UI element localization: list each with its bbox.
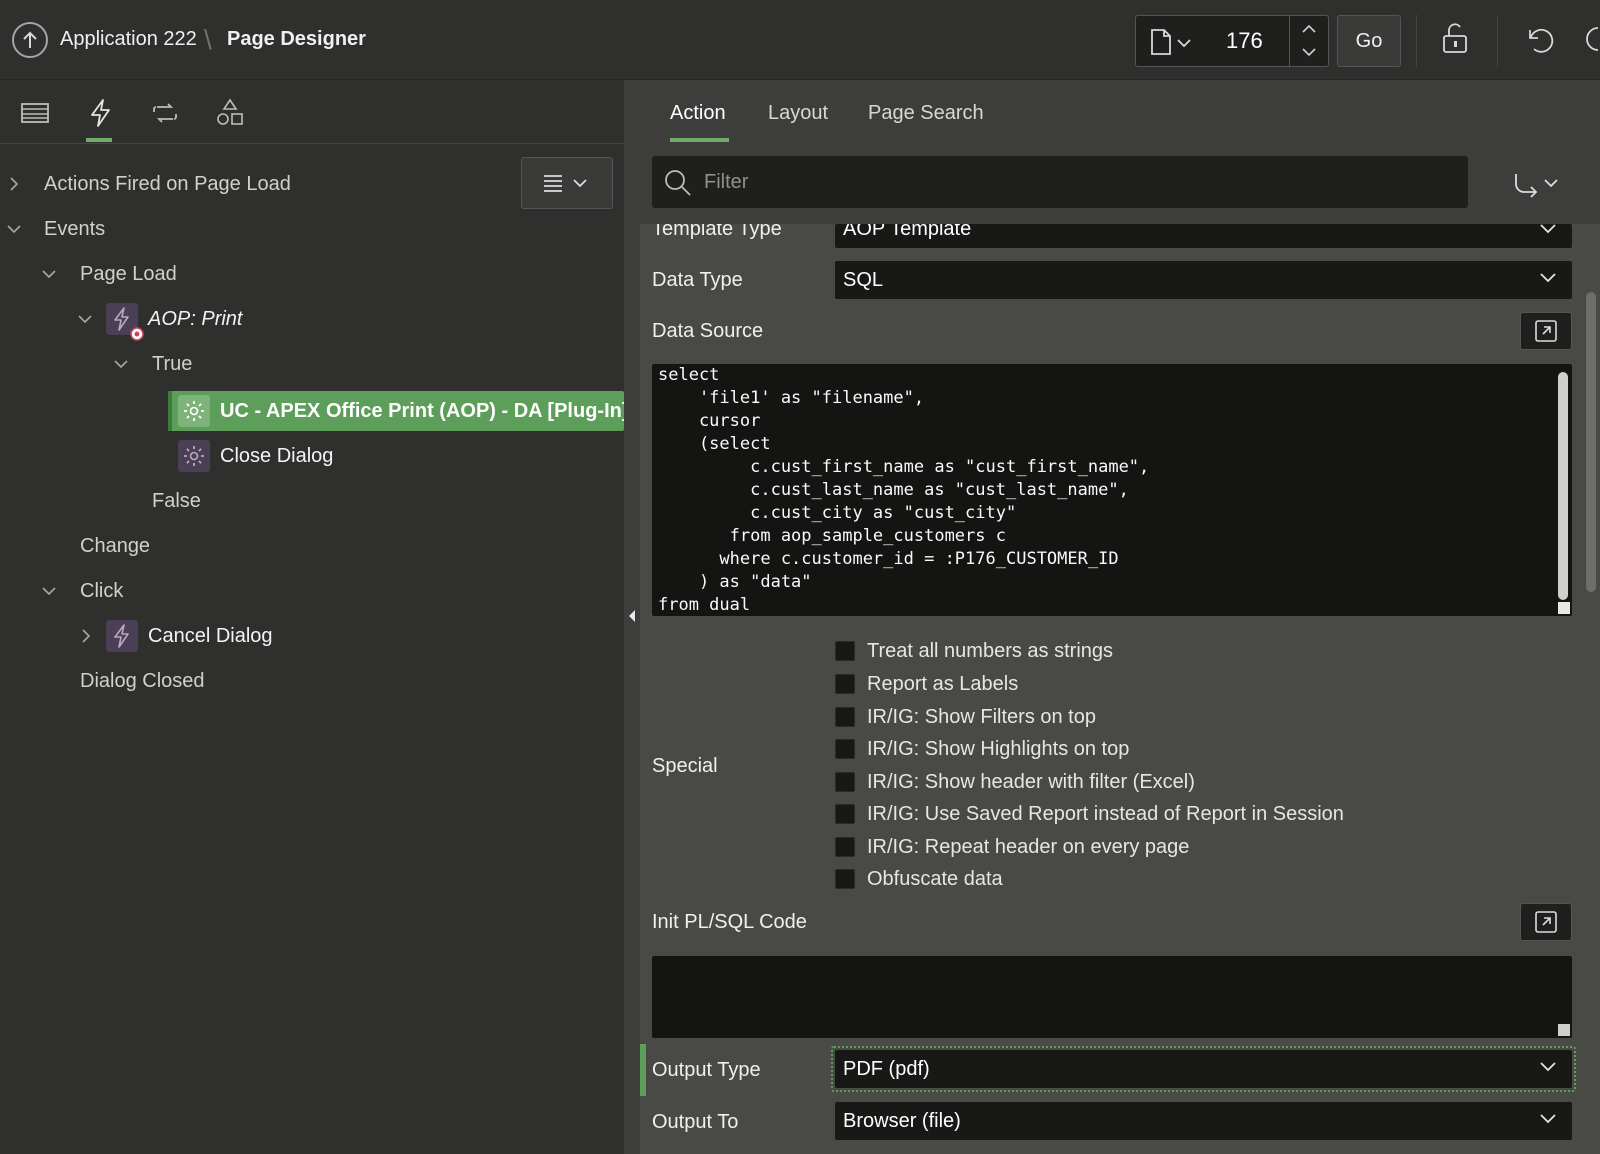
property-editor: Action Layout Page Search Template Type … — [640, 80, 1600, 1154]
checkbox[interactable] — [835, 707, 855, 727]
tree-node-aop-plugin-action[interactable]: UC - APEX Office Print (AOP) - DA [Plug-… — [220, 391, 629, 431]
checkbox[interactable] — [835, 739, 855, 759]
dynamic-actions-icon[interactable] — [86, 98, 116, 128]
init-plsql-code-editor[interactable] — [652, 956, 1572, 1038]
expand-icon — [1535, 320, 1557, 342]
filter-bar — [640, 144, 1600, 224]
property-editor-tabs: Action Layout Page Search — [640, 80, 1600, 144]
code-editor-expand-button[interactable] — [1520, 312, 1572, 350]
collapse-left-icon[interactable] — [628, 610, 636, 622]
output-to-select[interactable]: Browser (file) — [835, 1102, 1572, 1140]
special-option-checkbox[interactable]: Obfuscate data — [835, 866, 1003, 892]
application-link[interactable]: Application 222 — [60, 28, 197, 51]
tree-node-true[interactable]: True — [152, 344, 192, 384]
checkbox[interactable] — [835, 837, 855, 857]
checkbox[interactable] — [835, 804, 855, 824]
output-type-label: Output Type — [652, 1059, 761, 1081]
focus-ring — [831, 1046, 1576, 1092]
page-title: Page Designer — [227, 28, 366, 50]
unlock-icon[interactable] — [1440, 22, 1472, 56]
processing-icon[interactable] — [150, 98, 180, 128]
special-option-checkbox[interactable]: IR/IG: Show Filters on top — [835, 704, 1096, 730]
init-plsql-label: Init PL/SQL Code — [652, 911, 807, 933]
resize-handle[interactable] — [1558, 602, 1570, 614]
dynamic-action-icon — [106, 620, 138, 652]
shared-components-icon[interactable] — [215, 98, 245, 128]
tree-node-actions-fired-on-page-load[interactable]: Actions Fired on Page Load — [44, 164, 291, 204]
filter-field[interactable] — [652, 156, 1468, 208]
special-option-checkbox[interactable]: IR/IG: Show Highlights on top — [835, 736, 1129, 762]
tree-node-dialog-closed[interactable]: Dialog Closed — [80, 661, 205, 701]
code-editor-expand-button[interactable] — [1520, 903, 1572, 941]
back-to-application-button[interactable] — [12, 22, 48, 58]
tree-node-change[interactable]: Change — [80, 526, 150, 566]
redo-icon[interactable] — [1582, 22, 1600, 56]
special-option-checkbox[interactable]: IR/IG: Use Saved Report instead of Repor… — [835, 801, 1344, 827]
tree-node-close-dialog[interactable]: Close Dialog — [220, 436, 333, 476]
checkbox[interactable] — [835, 641, 855, 661]
gear-icon — [178, 395, 210, 427]
special-option-checkbox[interactable]: Report as Labels — [835, 671, 1018, 697]
resize-handle[interactable] — [1558, 1024, 1570, 1036]
tree-node-events[interactable]: Events — [44, 209, 105, 249]
chevron-down-icon[interactable] — [6, 221, 22, 237]
chevron-down-icon[interactable] — [113, 356, 129, 372]
tree-node-false[interactable]: False — [152, 481, 201, 521]
header-bar: Application 222 \ Page Designer 176 Go — [0, 0, 1600, 80]
expand-icon — [1535, 911, 1557, 933]
arrow-up-icon — [23, 31, 37, 48]
tree-node-page-load[interactable]: Page Load — [80, 254, 177, 294]
go-to-group-icon[interactable] — [1513, 172, 1563, 198]
tree-node-aop-print[interactable]: AOP: Print — [148, 299, 242, 339]
special-label: Special — [652, 755, 718, 777]
tab-page-search[interactable]: Page Search — [868, 102, 984, 125]
chevron-down-icon — [1540, 1114, 1556, 1124]
pane-splitter[interactable] — [624, 80, 640, 1154]
active-tab-indicator — [86, 138, 112, 142]
left-pane: Actions Fired on Page Load Events Page L… — [0, 80, 629, 1154]
breakpoint-icon — [130, 327, 144, 341]
filter-input[interactable] — [704, 170, 1444, 194]
chevron-down-icon[interactable] — [77, 311, 93, 327]
go-button[interactable]: Go — [1337, 15, 1401, 67]
data-type-select[interactable]: SQL — [835, 261, 1572, 299]
chevron-down-icon — [1540, 224, 1556, 234]
active-tab-indicator — [670, 138, 729, 142]
special-option-checkbox[interactable]: IR/IG: Show header with filter (Excel) — [835, 769, 1195, 795]
page-number-input[interactable]: 176 — [1226, 28, 1263, 54]
special-option-checkbox[interactable]: IR/IG: Repeat header on every page — [835, 834, 1189, 860]
tab-action[interactable]: Action — [670, 102, 726, 125]
checkbox[interactable] — [835, 869, 855, 889]
template-type-select[interactable]: AOP Template — [835, 218, 1572, 248]
chevron-right-icon[interactable] — [78, 628, 94, 644]
output-to-label: Output To — [652, 1111, 739, 1133]
search-icon — [665, 170, 691, 196]
code-scrollbar[interactable] — [1558, 372, 1568, 600]
data-source-label: Data Source — [652, 320, 764, 342]
data-source-code-editor[interactable]: select 'file1' as "filename", cursor (se… — [652, 364, 1572, 616]
data-type-label: Data Type — [652, 269, 743, 291]
page-icon — [1151, 29, 1191, 55]
tree-node-cancel-dialog[interactable]: Cancel Dialog — [148, 616, 273, 656]
chevron-right-icon[interactable] — [6, 176, 22, 192]
chevron-down-icon[interactable] — [1300, 45, 1318, 59]
special-option-checkbox[interactable]: Treat all numbers as strings — [835, 638, 1113, 664]
tree-node-click[interactable]: Click — [80, 571, 123, 611]
checkbox[interactable] — [835, 674, 855, 694]
tree-menu-button[interactable] — [521, 157, 613, 209]
current-property-indicator — [640, 1044, 646, 1096]
property-editor-scrollbar[interactable] — [1586, 292, 1596, 592]
chevron-down-icon[interactable] — [41, 583, 57, 599]
tab-layout[interactable]: Layout — [768, 102, 828, 125]
gear-icon — [178, 440, 210, 472]
hamburger-menu-icon — [544, 175, 587, 192]
chevron-down-icon[interactable] — [41, 266, 57, 282]
left-pane-tabs — [0, 80, 624, 144]
breadcrumb-separator: \ — [204, 24, 212, 55]
chevron-down-icon — [1540, 273, 1556, 283]
undo-icon[interactable] — [1523, 22, 1555, 56]
checkbox[interactable] — [835, 772, 855, 792]
chevron-up-icon[interactable] — [1300, 22, 1318, 36]
rendering-icon[interactable] — [20, 98, 50, 128]
